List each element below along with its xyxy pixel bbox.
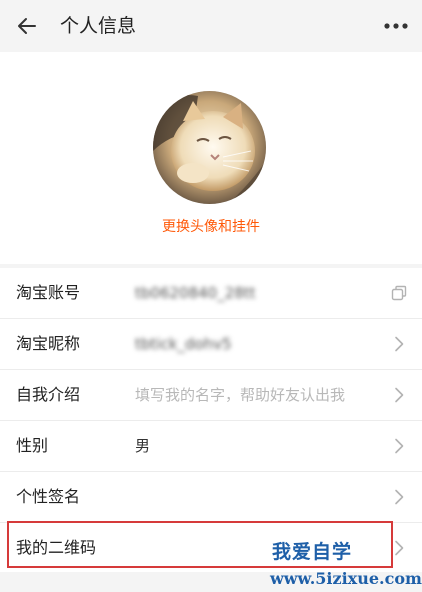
back-button[interactable] — [12, 11, 42, 41]
chevron-right-icon — [390, 385, 408, 405]
row-taobao-account[interactable]: 淘宝账号 tb0620840_28tt — [0, 268, 422, 319]
chevron-right-icon — [390, 538, 408, 558]
row-signature[interactable]: 个性签名 — [0, 472, 422, 523]
row-taobao-nickname[interactable]: 淘宝昵称 tbtick_dohv5 — [0, 319, 422, 370]
copy-button[interactable] — [390, 283, 408, 303]
arrow-left-icon — [18, 18, 36, 34]
change-avatar-link[interactable]: 更换头像和挂件 — [0, 217, 422, 237]
chevron-right-icon — [390, 334, 408, 354]
row-label: 淘宝昵称 — [16, 334, 81, 353]
chevron-right-icon — [390, 487, 408, 507]
cat-avatar-image — [153, 91, 266, 204]
intro-placeholder: 填写我的名字，帮助好友认出我 — [135, 386, 346, 404]
watermark-title: 我爱自学 — [272, 541, 353, 563]
chevron-right-icon — [390, 436, 408, 456]
account-value: tb0620840_28tt — [135, 284, 256, 302]
more-horizontal-icon — [384, 23, 408, 29]
row-label: 自我介绍 — [16, 385, 81, 404]
avatar-section: 更换头像和挂件 — [0, 52, 422, 264]
nickname-value: tbtick_dohv5 — [135, 335, 232, 353]
copy-icon — [391, 285, 407, 301]
more-button[interactable] — [382, 14, 410, 38]
top-bar: 个人信息 — [0, 0, 422, 52]
row-label: 个性签名 — [16, 487, 81, 506]
row-label: 我的二维码 — [16, 538, 97, 557]
row-my-qrcode[interactable]: 我的二维码 — [0, 523, 422, 573]
watermark-url: www.5izixue.com — [270, 569, 422, 588]
gender-value: 男 — [135, 437, 151, 455]
profile-list: 淘宝账号 tb0620840_28tt 淘宝昵称 tbtick_dohv5 自我… — [0, 268, 422, 573]
page-title: 个人信息 — [60, 15, 137, 37]
row-label: 性别 — [16, 436, 49, 455]
row-self-intro[interactable]: 自我介绍 填写我的名字，帮助好友认出我 — [0, 370, 422, 421]
row-gender[interactable]: 性别 男 — [0, 421, 422, 472]
row-label: 淘宝账号 — [16, 283, 81, 302]
avatar[interactable] — [153, 91, 266, 204]
